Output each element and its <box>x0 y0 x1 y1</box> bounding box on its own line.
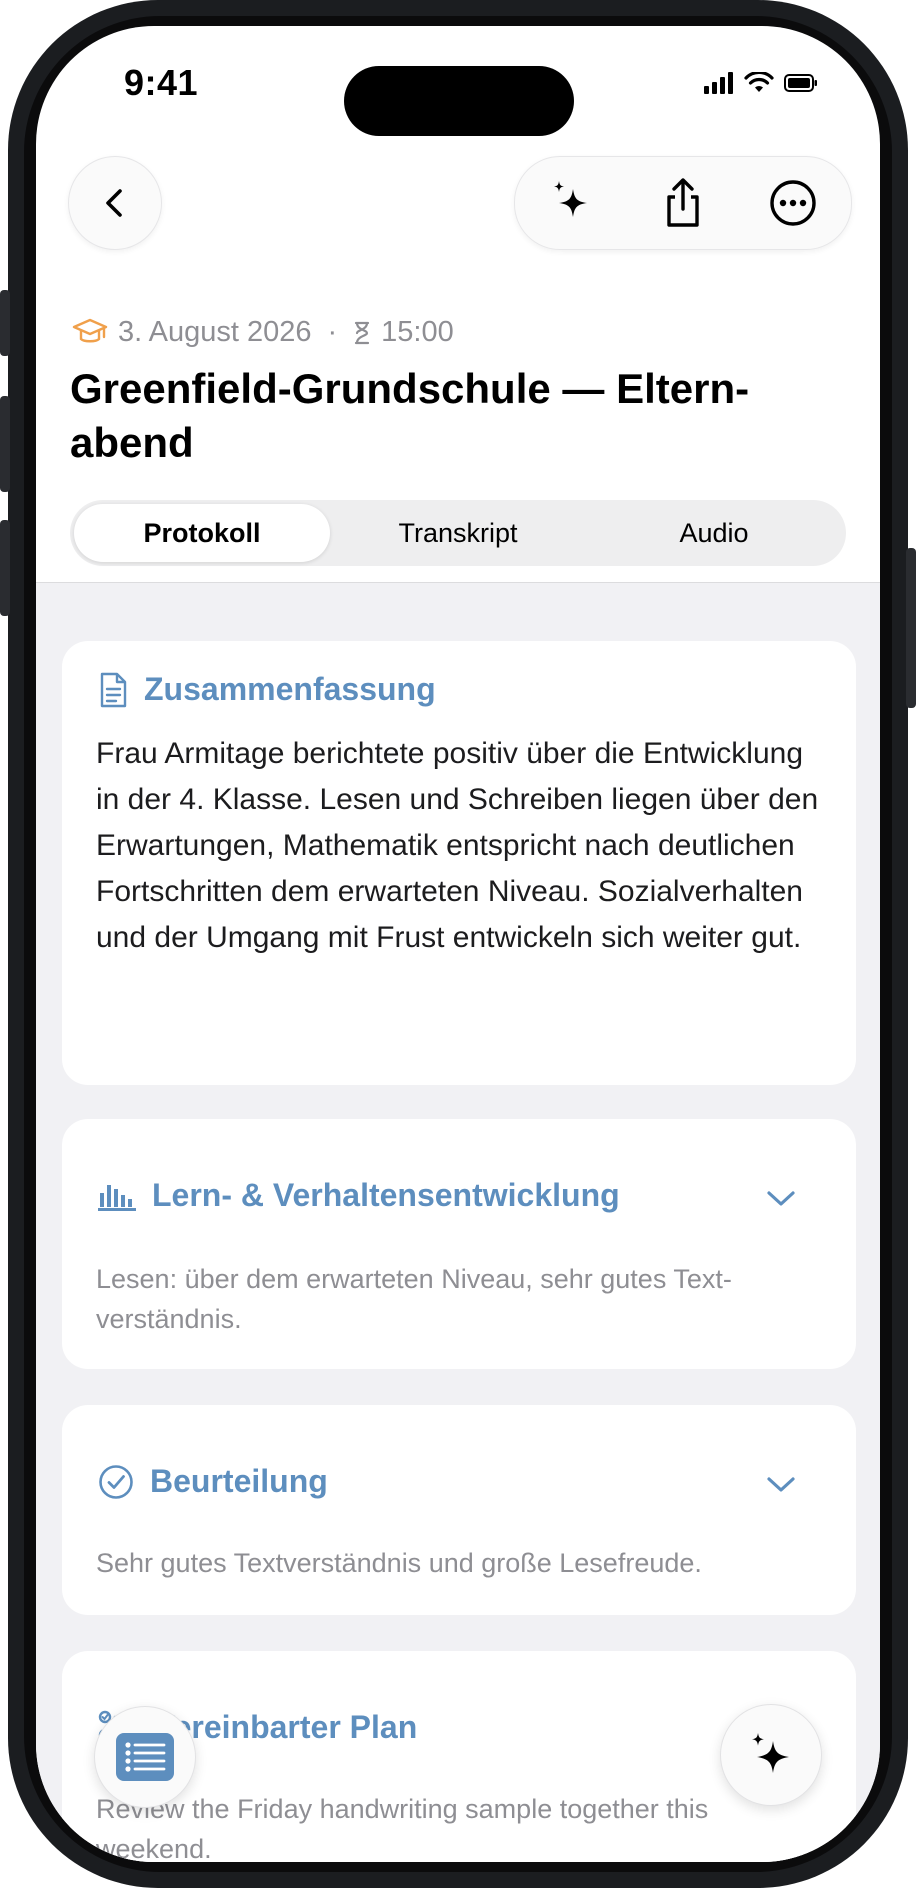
chevron-left-icon <box>106 189 122 217</box>
development-header: Lern- & Verhaltensentwicklung <box>98 1177 620 1214</box>
checkmark-circle-icon <box>99 1464 133 1499</box>
document-icon <box>100 672 127 707</box>
assessment-heading: Beurteilung <box>150 1463 328 1499</box>
share-button[interactable] <box>651 171 715 235</box>
sparkles-icon <box>554 181 587 217</box>
summary-text: Frau Armitage berichtete positiv über di… <box>96 737 819 954</box>
table-of-contents-button[interactable] <box>94 1706 196 1808</box>
tab-protokoll[interactable]: Protokoll <box>74 504 330 562</box>
plan-preview: Review the Friday handwriting sample tog… <box>96 1794 709 1862</box>
assessment-card[interactable]: Beurteilung Sehr gutes Textverständnis u… <box>62 1405 856 1615</box>
meeting-time: 15:00 <box>381 316 454 348</box>
bar-chart-icon <box>98 1184 136 1211</box>
ellipsis-circle-icon <box>770 180 816 226</box>
hourglass-icon <box>355 321 370 344</box>
development-card[interactable]: Lern- & Verhaltensentwicklung Lesen: übe… <box>62 1119 856 1369</box>
battery-icon <box>784 74 817 92</box>
side-button-volume-down <box>0 520 10 616</box>
assessment-preview: Sehr gutes Textverständnis und große Les… <box>96 1548 702 1578</box>
sparkles-icon <box>752 1733 789 1773</box>
cellular-signal-icon <box>704 72 733 94</box>
tab-transkript[interactable]: Transkript <box>330 504 586 562</box>
development-heading: Lern- & Verhaltensentwicklung <box>152 1177 620 1213</box>
assessment-header: Beurteilung <box>98 1463 328 1500</box>
chevron-down-icon[interactable] <box>766 1475 796 1495</box>
dynamic-island <box>344 66 574 136</box>
segmented-control: Protokoll Transkript Audio <box>70 500 846 566</box>
side-button-mute <box>0 290 10 356</box>
page-title: Greenfield-Grundschule — Eltern­abend <box>70 365 750 466</box>
status-icons <box>704 72 818 94</box>
action-pill <box>514 156 852 250</box>
meeting-date: 3. August 2026 <box>118 316 312 348</box>
ai-assistant-button[interactable] <box>720 1704 822 1806</box>
summary-card: Zusammenfassung Frau Armitage berichtete… <box>62 641 856 1085</box>
screen: 9:41 3. August 2026 · 15:00 Greenfield-G… <box>36 26 880 1862</box>
back-button[interactable] <box>68 156 162 250</box>
development-preview: Lesen: über dem erwarteten Niveau, sehr … <box>96 1264 732 1334</box>
side-button-volume-up <box>0 396 10 492</box>
meeting-meta: 3. August 2026 · 15:00 <box>72 316 454 349</box>
wifi-icon <box>744 72 774 92</box>
list-icon <box>116 1733 174 1781</box>
tab-audio[interactable]: Audio <box>586 504 842 562</box>
chevron-down-icon[interactable] <box>766 1189 796 1209</box>
graduation-cap-icon <box>72 318 108 342</box>
status-time: 9:41 <box>124 62 199 103</box>
side-button-power <box>906 548 916 708</box>
ai-button[interactable] <box>541 171 605 235</box>
share-icon <box>667 178 699 227</box>
summary-heading: Zusammenfassung <box>144 671 436 707</box>
summary-header: Zusammenfassung <box>98 671 436 708</box>
more-button[interactable] <box>761 171 825 235</box>
content-area: Zusammenfassung Frau Armitage berichtete… <box>36 583 880 1862</box>
meta-separator: · <box>327 316 338 348</box>
